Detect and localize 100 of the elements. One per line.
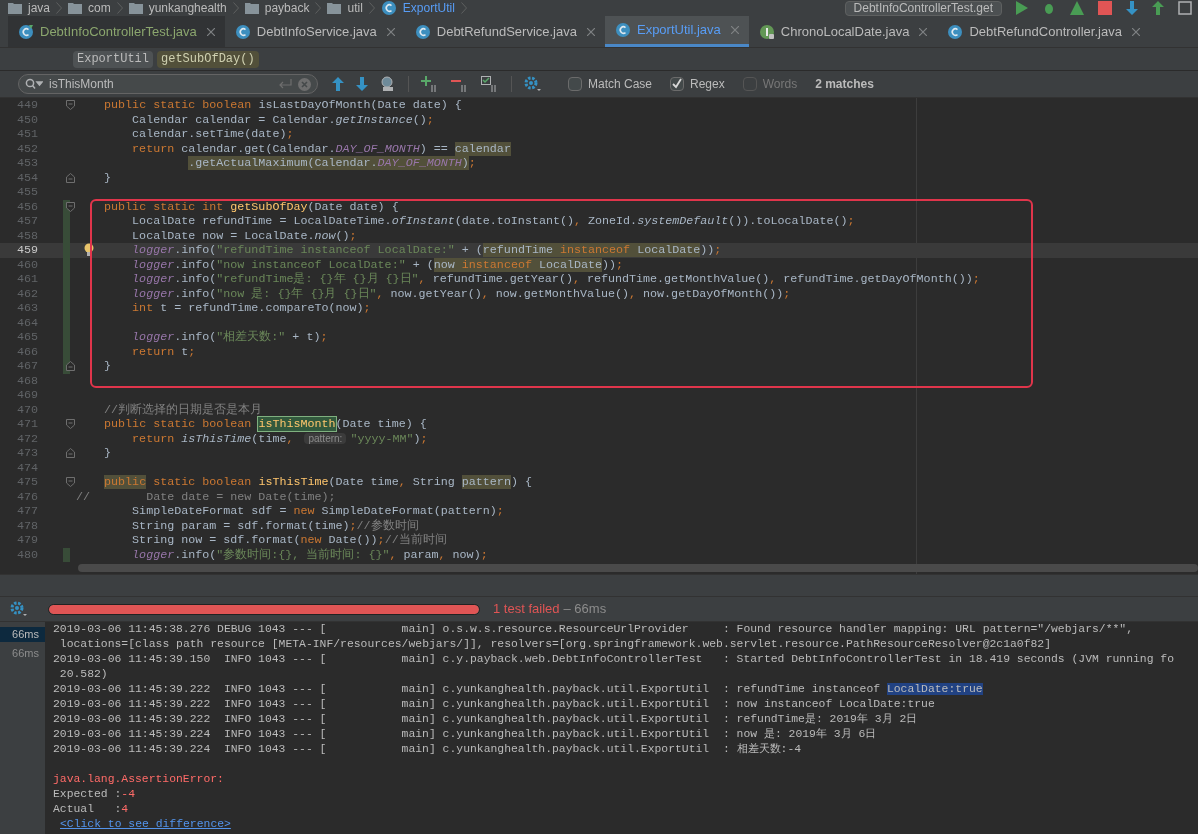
breadcrumb-item[interactable]: ExportUtil [402, 1, 455, 15]
test-duration: – 66ms [563, 600, 607, 619]
test-tree-item[interactable]: 66ms [0, 627, 45, 642]
search-icon[interactable] [25, 78, 43, 90]
line-number: 463 [15, 301, 38, 316]
option-checkbox[interactable]: Match Case [568, 75, 653, 93]
run-configuration-dropdown[interactable]: DebtInfoControllerTest.get [844, 0, 1002, 16]
code-line: logger.info("参数时间:{}, 当前时间: {}", param, now); [131, 547, 488, 562]
interface-icon [758, 23, 775, 40]
line-number: 480 [15, 547, 38, 562]
window-icon[interactable] [1178, 1, 1192, 15]
chevron-icon [460, 2, 467, 14]
down-arrow-icon[interactable] [1126, 1, 1138, 15]
test-tree-item[interactable]: 66ms [0, 646, 45, 661]
line-number: 470 [15, 402, 38, 417]
editor-tab[interactable]: ExportUtil.java [604, 16, 749, 47]
line-number: 474 [15, 460, 38, 475]
fold-icon[interactable] [66, 419, 75, 429]
chevron-icon [368, 2, 375, 14]
code-line: return t; [131, 344, 196, 359]
code-line: logger.info("refundTime instanceof LocalDate:" + (refundTime instanceof LocalDate)); [131, 243, 722, 258]
chevron-icon [315, 2, 322, 14]
breadcrumb-item[interactable]: payback [264, 1, 310, 15]
horizontal-scrollbar[interactable] [78, 564, 1198, 572]
code-line: logger.info("now 是: {}年 {}月 {}日", now.getYear(), now.getMonthValue(), now.getDayOfMonth()); [131, 286, 791, 301]
code-line: LocalDate now = LocalDate.now(); [131, 228, 357, 243]
editor-tab[interactable]: DebtInfoService.java [224, 16, 405, 47]
line-number: 469 [15, 388, 38, 403]
fold-icon[interactable] [66, 448, 75, 458]
chevron-icon [56, 2, 62, 14]
code-line: logger.info("now instanceof LocalDate:" + (now instanceof LocalDate)); [131, 257, 624, 272]
line-number: 462 [15, 286, 38, 301]
structure-path-item[interactable]: ExportUtil [73, 50, 153, 68]
close-icon[interactable] [919, 27, 928, 36]
chevron-icon [232, 2, 239, 14]
class-icon [947, 23, 964, 40]
run-icon[interactable] [1016, 1, 1028, 15]
close-icon[interactable] [206, 27, 215, 36]
code-line: public static int getSubOfDay(Date date) { [103, 199, 399, 214]
fold-icon[interactable] [66, 477, 75, 487]
code-line: Calendar calendar = Calendar.getInstance(); [131, 112, 434, 127]
option-checkbox[interactable]: Regex [670, 75, 725, 93]
breadcrumb-item[interactable]: com [88, 1, 111, 15]
line-number: 449 [15, 98, 38, 113]
close-icon[interactable] [386, 27, 395, 36]
editor-tab[interactable]: ChronoLocalDate.java [748, 16, 938, 47]
add-occurrence-icon[interactable] [421, 76, 439, 92]
class-icon [234, 23, 251, 40]
breadcrumb-item[interactable]: java [28, 1, 50, 15]
find-all-icon[interactable] [380, 76, 396, 92]
settings-icon[interactable] [10, 601, 28, 617]
structure-path-item[interactable]: getSubOfDay() [157, 50, 259, 68]
editor-tab[interactable]: DebtRefundService.java [404, 16, 605, 47]
console-line: 2019-03-06 11:45:39.222 INFO 1043 --- [ main] c.yunkanghealth.payback.util.ExportUtil : now instanceof LocalDate:true [53, 698, 935, 710]
checkbox-icon[interactable] [670, 77, 685, 91]
difference-link[interactable]: <Click to see difference> [60, 818, 231, 830]
test-class-icon [18, 23, 34, 40]
close-icon[interactable] [730, 26, 739, 34]
fold-icon[interactable] [66, 100, 75, 110]
class-icon [614, 22, 631, 38]
previous-match-icon[interactable] [332, 77, 344, 91]
close-icon[interactable] [586, 27, 595, 36]
code-line: LocalDate refundTime = LocalDateTime.ofInstant(date.toInstant(), ZoneId.systemDefault()).toLocalDate(); [131, 214, 855, 229]
console-line: Expected :-4 [53, 788, 136, 800]
console-line: 2019-03-06 11:45:39.222 INFO 1043 --- [ main] c.yunkanghealth.payback.util.ExportUtil : refundTime是: 2019年 3月 2日 [53, 713, 918, 725]
editor-tab[interactable]: DebtInfoControllerTest.java [8, 16, 225, 47]
select-all-occurrences-icon[interactable] [481, 76, 499, 92]
code-line: } [103, 170, 112, 185]
up-arrow-icon[interactable] [1152, 1, 1164, 15]
line-number: 467 [15, 359, 38, 374]
line-number: 453 [15, 156, 38, 171]
code-line: logger.info("相差天数:" + t); [131, 330, 328, 345]
folder-icon [128, 2, 143, 14]
editor-tab[interactable]: DebtRefundController.java [937, 16, 1150, 47]
clear-icon[interactable] [298, 77, 311, 91]
code-line: //判断选择的日期是否是本月 [103, 402, 263, 417]
next-match-icon[interactable] [356, 77, 368, 91]
lightbulb-icon[interactable] [84, 243, 94, 257]
breadcrumb-item[interactable]: util [347, 1, 363, 15]
code-line: String now = sdf.format(new Date());//当前时间 [131, 533, 447, 548]
line-number: 458 [15, 228, 38, 243]
code-line: String param = sdf.format(time);//参数时间 [131, 518, 419, 533]
checkbox-icon[interactable] [568, 77, 582, 91]
breadcrumb-item[interactable]: yunkanghealth [148, 1, 227, 15]
console-line: Actual :4 [53, 803, 129, 815]
search-input[interactable]: isThisMonth [49, 75, 272, 93]
fold-icon[interactable] [66, 201, 75, 212]
code-line: public static boolean isLastDayOfMonth(Date date) { [103, 98, 462, 113]
folder-icon [327, 2, 342, 14]
fold-icon[interactable] [66, 361, 75, 371]
line-number: 456 [15, 199, 38, 214]
line-number: 473 [15, 446, 38, 461]
fold-icon[interactable] [66, 172, 75, 183]
folder-icon [244, 2, 259, 14]
settings-icon[interactable] [524, 76, 542, 92]
debug-icon[interactable] [1042, 1, 1056, 15]
search-field[interactable]: isThisMonth [18, 74, 318, 94]
code-line: int t = refundTime.compareTo(now); [131, 301, 371, 316]
close-icon[interactable] [1131, 27, 1140, 36]
chevron-icon [116, 2, 123, 14]
